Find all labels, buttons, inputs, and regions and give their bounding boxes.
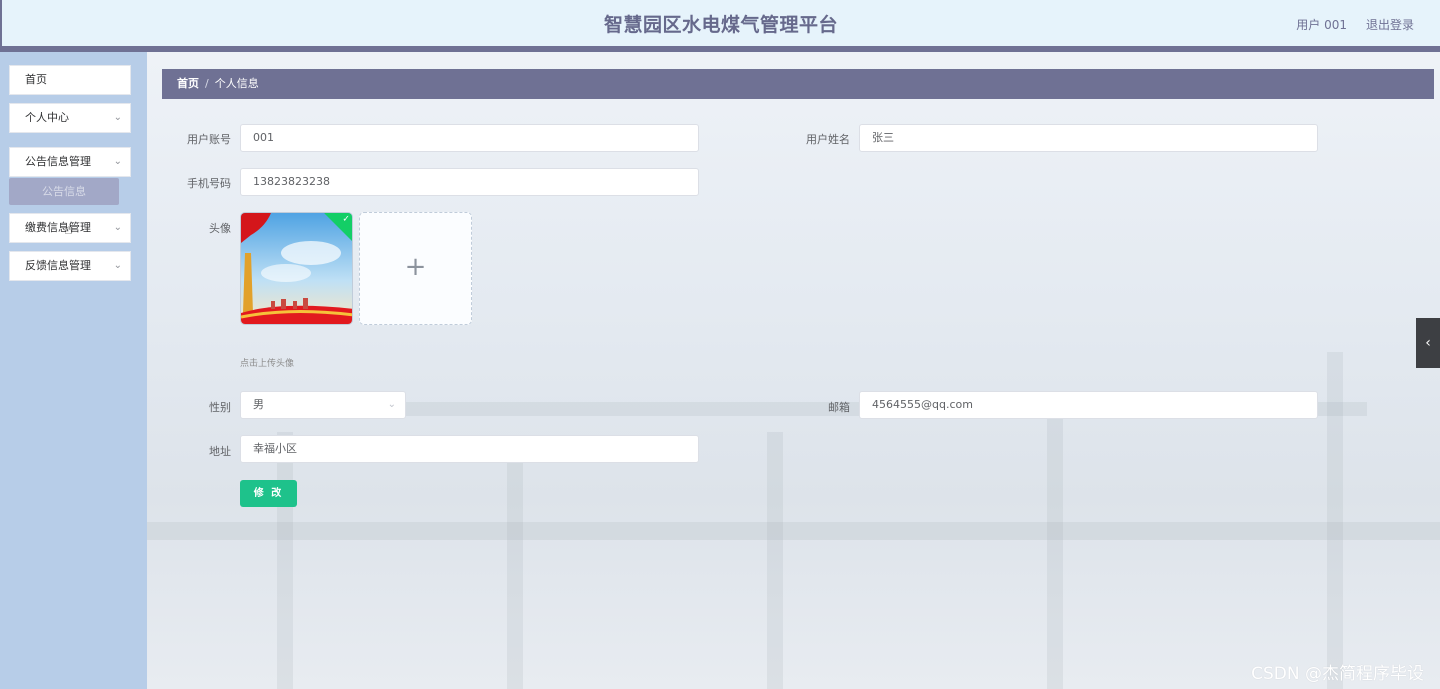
chevron-left-icon: ‹ [1425,335,1431,351]
breadcrumb-home[interactable]: 首页 [177,77,199,90]
gender-value: 男 [253,398,264,411]
account-field[interactable]: 001 [240,124,699,152]
background-fence-post [1327,352,1343,689]
chevron-down-icon: ⌄ [113,222,122,233]
background-fence-post [767,432,783,689]
avatar-upload-tip: 点击上传头像 [240,359,295,369]
sidebar-item-label: 个人中心 [25,111,69,124]
current-user: 用户 001 [1296,18,1347,32]
top-header: 智慧园区水电煤气管理平台 用户 001 退出登录 [0,0,1440,46]
check-icon: ✓ [342,214,350,225]
phone-label: 手机号码 [187,177,231,190]
hand-cursor-icon: ☝ [64,222,73,238]
breadcrumb-current: 个人信息 [214,77,259,90]
background-fence-rail [147,522,1440,540]
chevron-down-icon: ⌄ [113,260,122,271]
sidebar-item-personal-center[interactable]: 个人中心 ⌄ [9,103,131,133]
panel-toggle-button[interactable]: ‹ [1416,318,1440,368]
logout-link[interactable]: 退出登录 [1366,16,1414,33]
email-label: 邮箱 [828,401,850,414]
phone-field[interactable]: 13823823238 [240,168,699,196]
background-fence-post [1047,412,1063,689]
avatar-picture [241,213,352,324]
name-label: 用户姓名 [806,133,850,146]
sidebar-item-label: 反馈信息管理 [25,259,91,272]
chevron-down-icon: ⌄ [113,156,122,167]
background-fence-post [507,442,523,689]
modify-button[interactable]: 修 改 [240,480,297,507]
sidebar-item-home[interactable]: 首页 [9,65,131,95]
avatar-upload-button[interactable]: + [359,212,472,325]
chevron-down-icon: ⌄ [113,112,122,123]
sidebar-item-label: 首页 [25,73,47,86]
name-field[interactable]: 张三 [859,124,1318,152]
breadcrumb-separator: / [205,77,209,90]
avatar-label: 头像 [209,222,231,235]
address-label: 地址 [209,445,231,458]
email-field[interactable]: 4564555@qq.com [859,391,1318,419]
plus-icon: + [404,252,427,282]
chevron-down-icon: ⌄ [387,399,396,410]
sidebar-item-notice-management[interactable]: 公告信息管理 ⌄ [9,147,131,177]
avatar-image[interactable]: ✓ [240,212,353,325]
background-fence-post [277,432,293,689]
watermark: CSDN @杰简程序毕设 [1251,664,1424,684]
sidebar-item-label: 缴费信息管理 [25,221,91,234]
sidebar-item-feedback-management[interactable]: 反馈信息管理 ⌄ [9,251,131,281]
gender-label: 性别 [209,401,231,414]
submenu-item-notice-info[interactable]: 公告信息 [9,178,119,205]
sidebar-item-label: 公告信息管理 [25,155,91,168]
gender-select[interactable]: 男 ⌄ [240,391,406,419]
breadcrumb: 首页 / 个人信息 [162,69,1434,99]
account-label: 用户账号 [187,133,231,146]
app-title: 智慧园区水电煤气管理平台 [603,14,838,36]
address-field[interactable]: 幸福小区 [240,435,699,463]
